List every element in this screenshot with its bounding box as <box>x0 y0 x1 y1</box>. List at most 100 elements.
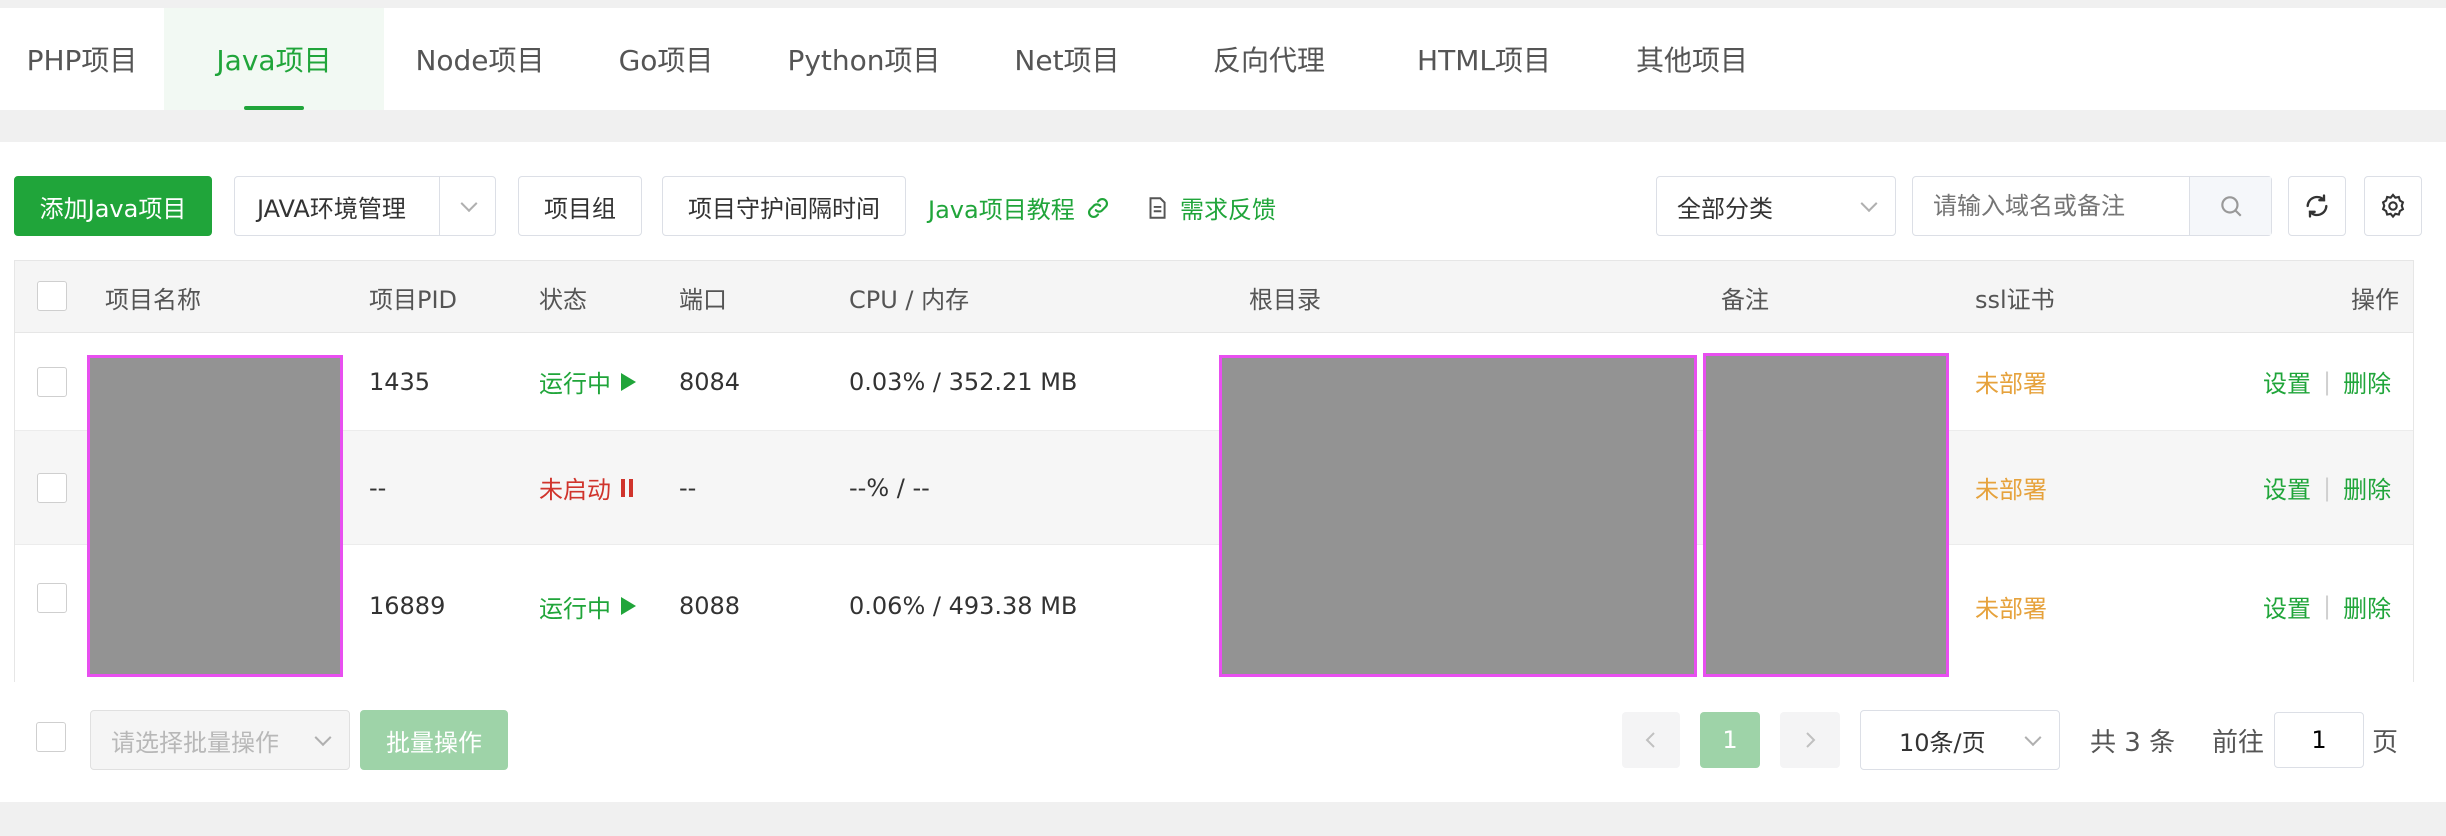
category-value: 全部分类 <box>1677 194 1773 223</box>
settings-link[interactable]: 设置 <box>2263 470 2311 505</box>
tab-other[interactable]: 其他项目 <box>1592 8 1792 110</box>
tab-php[interactable]: PHP项目 <box>0 8 164 110</box>
project-group-button[interactable]: 项目组 <box>518 176 642 236</box>
project-type-tabs: PHP项目 Java项目 Node项目 Go项目 Python项目 Net项目 … <box>0 8 2446 110</box>
tab-net[interactable]: Net项目 <box>972 8 1162 110</box>
header-status: 状态 <box>539 285 587 314</box>
row-pid: -- <box>369 473 387 502</box>
refresh-button[interactable] <box>2288 176 2346 236</box>
batch-operation-button[interactable]: 批量操作 <box>360 710 508 770</box>
page-number-current[interactable]: 1 <box>1700 712 1760 768</box>
chevron-down-icon <box>314 729 332 747</box>
action-divider: | <box>2323 367 2332 396</box>
page-size-value: 10条/页 <box>1899 728 1986 757</box>
row-cpu-memory: 0.06% / 493.38 MB <box>849 592 1078 620</box>
refresh-icon <box>2306 194 2328 218</box>
settings-button[interactable] <box>2364 176 2422 236</box>
chevron-down-icon <box>2024 729 2042 747</box>
redacted-root-dirs <box>1219 355 1697 677</box>
row-port: 8088 <box>679 592 741 620</box>
select-all-checkbox[interactable] <box>37 281 67 311</box>
tab-html[interactable]: HTML项目 <box>1376 8 1592 110</box>
row-ssl-status[interactable]: 未部署 <box>1975 333 2047 430</box>
java-env-label: JAVA环境管理 <box>257 194 406 223</box>
tab-java[interactable]: Java项目 <box>164 8 384 110</box>
delete-link[interactable]: 删除 <box>2343 364 2391 399</box>
row-status[interactable]: 运行中 <box>539 333 637 430</box>
header-ssl: ssl证书 <box>1975 285 2055 314</box>
tab-go[interactable]: Go项目 <box>576 8 756 110</box>
tab-node[interactable]: Node项目 <box>384 8 576 110</box>
add-java-project-button[interactable]: 添加Java项目 <box>14 176 212 236</box>
prev-page-button[interactable] <box>1622 712 1680 768</box>
batch-operation-placeholder: 请选择批量操作 <box>111 728 279 757</box>
header-action: 操作 <box>2351 285 2399 314</box>
action-divider: | <box>2323 592 2332 620</box>
table-header: 项目名称 项目PID 状态 端口 CPU / 内存 根目录 备注 ssl证书 操… <box>15 261 2413 333</box>
header-port: 端口 <box>679 285 727 314</box>
java-env-button[interactable]: JAVA环境管理 <box>234 176 496 236</box>
chevron-right-icon <box>1806 732 1816 748</box>
row-ssl-status[interactable]: 未部署 <box>1975 545 2047 667</box>
chevron-down-icon <box>460 195 478 213</box>
search-button[interactable] <box>2189 177 2271 235</box>
chevron-down-icon <box>1860 195 1878 213</box>
tab-reverse-proxy[interactable]: 反向代理 <box>1162 8 1376 110</box>
row-ssl-status[interactable]: 未部署 <box>1975 431 2047 544</box>
feedback-label: 需求反馈 <box>1180 196 1276 224</box>
feedback-link[interactable]: 需求反馈 <box>1144 190 1276 225</box>
java-env-dropdown[interactable] <box>439 177 495 235</box>
footer-select-all-checkbox[interactable] <box>36 722 66 752</box>
feedback-icon <box>1149 196 1166 219</box>
row-status[interactable]: 未启动 <box>539 431 635 544</box>
settings-link[interactable]: 设置 <box>2263 589 2311 624</box>
row-checkbox[interactable] <box>37 367 67 397</box>
chevron-left-icon <box>1645 732 1655 748</box>
header-note: 备注 <box>1721 285 1769 314</box>
goto-page-input[interactable] <box>2274 712 2364 768</box>
row-checkbox[interactable] <box>37 473 67 503</box>
guard-interval-button[interactable]: 项目守护间隔时间 <box>662 176 906 236</box>
row-cpu-memory: 0.03% / 352.21 MB <box>849 367 1078 396</box>
header-cpu-memory: CPU / 内存 <box>849 285 970 314</box>
table-row: -- 未启动 -- --% / -- 未部署 设置 | 删除 <box>15 431 2413 545</box>
page-size-select[interactable]: 10条/页 <box>1860 710 2060 770</box>
row-actions: 设置 | 删除 <box>2263 431 2391 544</box>
search-box <box>1912 176 2272 236</box>
row-actions: 设置 | 删除 <box>2263 333 2391 430</box>
next-page-button[interactable] <box>1780 712 1840 768</box>
pause-icon <box>621 478 633 497</box>
row-port: 8084 <box>679 367 741 396</box>
project-panel: 添加Java项目 JAVA环境管理 项目组 项目守护间隔时间 Java项目教程 … <box>0 142 2446 802</box>
gear-icon <box>2381 193 2405 219</box>
search-input[interactable] <box>1913 177 2189 235</box>
action-divider: | <box>2323 473 2332 502</box>
play-icon <box>621 597 636 615</box>
tab-python[interactable]: Python项目 <box>756 8 972 110</box>
row-status[interactable]: 运行中 <box>539 545 637 667</box>
batch-operation-select[interactable]: 请选择批量操作 <box>90 710 350 770</box>
table-row: 1435 运行中 8084 0.03% / 352.21 MB 未部署 设置 |… <box>15 333 2413 431</box>
header-name: 项目名称 <box>105 285 201 314</box>
search-icon <box>2220 196 2242 217</box>
play-icon <box>621 372 636 391</box>
delete-link[interactable]: 删除 <box>2343 589 2391 624</box>
project-table: 项目名称 项目PID 状态 端口 CPU / 内存 根目录 备注 ssl证书 操… <box>14 260 2414 683</box>
status-label: 运行中 <box>539 370 611 398</box>
total-count: 共 3 条 <box>2090 728 2176 758</box>
row-actions: 设置 | 删除 <box>2263 545 2391 667</box>
java-tutorial-label: Java项目教程 <box>928 196 1075 224</box>
status-label: 运行中 <box>539 594 611 623</box>
redacted-project-names <box>87 355 343 677</box>
delete-link[interactable]: 删除 <box>2343 470 2391 505</box>
java-tutorial-link[interactable]: Java项目教程 <box>928 190 1111 225</box>
link-icon <box>1087 197 1108 218</box>
redacted-notes <box>1703 353 1949 677</box>
page-unit-label: 页 <box>2372 728 2399 758</box>
row-checkbox[interactable] <box>37 583 67 613</box>
row-pid: 1435 <box>369 367 431 396</box>
status-label: 未启动 <box>539 476 611 504</box>
row-cpu-memory: --% / -- <box>849 473 930 502</box>
category-select[interactable]: 全部分类 <box>1656 176 1896 236</box>
settings-link[interactable]: 设置 <box>2263 364 2311 399</box>
